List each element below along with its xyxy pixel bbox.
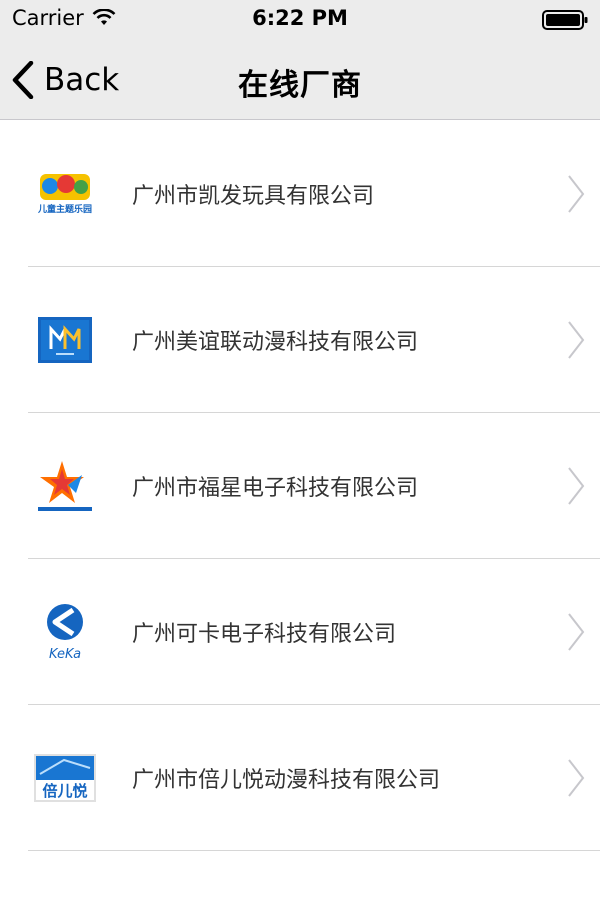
chevron-right-icon: [568, 321, 585, 359]
navigation-bar: Back 在线厂商: [0, 40, 600, 120]
vendor-row[interactable]: KeKa 广州可卡电子科技有限公司: [0, 559, 600, 705]
status-time: 6:22 PM: [252, 6, 348, 30]
svg-text:倍儿悦: 倍儿悦: [42, 782, 87, 800]
vendor-row[interactable]: 广州美谊联动漫科技有限公司: [0, 267, 600, 413]
chevron-right-icon: [568, 467, 585, 505]
vendor-list: 儿童主题乐园 广州市凯发玩具有限公司 广州美谊联动漫科技有限公司 广州市福星电子…: [0, 121, 600, 851]
chevron-right-icon: [568, 759, 585, 797]
vendor-row[interactable]: 儿童主题乐园 广州市凯发玩具有限公司: [0, 121, 600, 267]
keka-logo-icon: KeKa: [32, 599, 98, 665]
vendor-name: 广州美谊联动漫科技有限公司: [132, 330, 419, 355]
chevron-right-icon: [568, 175, 585, 213]
page-title: 在线厂商: [238, 68, 362, 103]
svg-text:儿童主题乐园: 儿童主题乐园: [37, 203, 92, 215]
meiyilian-logo-icon: [32, 307, 98, 373]
chevron-right-icon: [568, 613, 585, 651]
status-bar: Carrier 6:22 PM: [0, 0, 600, 40]
vendor-row[interactable]: 广州市福星电子科技有限公司: [0, 413, 600, 559]
vendor-name: 广州可卡电子科技有限公司: [132, 622, 397, 647]
vendor-name: 广州市凯发玩具有限公司: [132, 184, 375, 209]
kids-theme-park-logo-icon: 儿童主题乐园: [32, 161, 98, 227]
vendor-name: 广州市福星电子科技有限公司: [132, 476, 419, 501]
svg-text:KeKa: KeKa: [49, 647, 81, 662]
battery-icon: [542, 10, 588, 30]
fuxing-star-logo-icon: [32, 453, 98, 519]
vendor-row[interactable]: 倍儿悦 广州市倍儿悦动漫科技有限公司: [0, 705, 600, 851]
beiery-logo-icon: 倍儿悦: [32, 745, 98, 811]
vendor-name: 广州市倍儿悦动漫科技有限公司: [132, 768, 441, 793]
